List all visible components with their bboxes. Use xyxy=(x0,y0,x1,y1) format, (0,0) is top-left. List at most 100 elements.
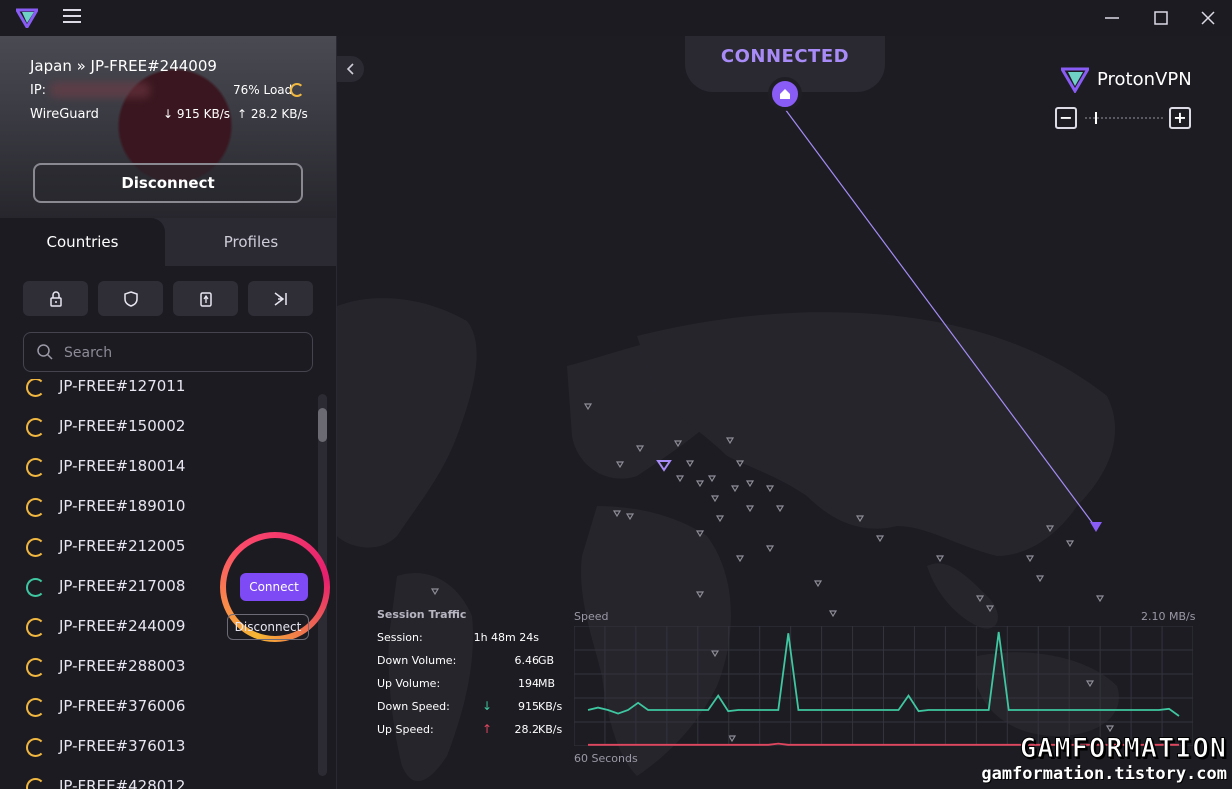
connect-button[interactable]: Connect xyxy=(240,573,308,601)
brand: ProtonVPN xyxy=(1059,67,1201,95)
close-icon[interactable] xyxy=(1198,8,1218,28)
filter-netshield[interactable] xyxy=(98,281,163,316)
search-input[interactable] xyxy=(64,342,304,364)
traffic-row: Down Volume: 6.46 GB xyxy=(377,654,577,677)
upload-speed: ↑ 28.2 KB/s xyxy=(237,107,308,121)
traffic-row: Up Speed: ↑ 28.2 KB/s xyxy=(377,722,577,746)
chevron-left-icon xyxy=(346,63,354,75)
server-name: JP-FREE#150002 xyxy=(59,417,186,435)
server-name: JP-FREE#244009 xyxy=(59,617,186,635)
filter-p2p[interactable] xyxy=(173,281,238,316)
shield-icon xyxy=(123,290,138,307)
sidebar: Japan » JP-FREE#244009 IP: 76% Load Wire… xyxy=(0,36,337,789)
hamburger-menu-icon[interactable] xyxy=(63,9,81,25)
watermark-url: gamformation.tistory.com xyxy=(981,764,1227,784)
home-icon xyxy=(780,89,790,99)
traffic-row: Down Speed: ↓ 915 KB/s xyxy=(377,699,577,723)
world-map[interactable]: CONNECTED ProtonVPN − + Session Traffic … xyxy=(337,36,1232,789)
brand-name: ProtonVPN xyxy=(1097,69,1192,90)
server-name: JP-FREE#428012 xyxy=(59,777,186,789)
server-row[interactable]: JP-FREE#288003 xyxy=(0,647,315,687)
feature-filters xyxy=(0,266,336,326)
speed-chart xyxy=(574,626,1193,746)
server-name: JP-FREE#189010 xyxy=(59,497,186,515)
zoom-slider-handle[interactable] xyxy=(1095,112,1097,124)
maximize-icon[interactable] xyxy=(1151,8,1171,28)
server-load-ring-icon xyxy=(26,379,45,397)
server-row[interactable]: JP-FREE#376006 xyxy=(0,687,315,727)
server-load-ring-icon xyxy=(26,458,45,477)
traffic-label: Down Speed: xyxy=(377,700,450,713)
server-name: JP-FREE#288003 xyxy=(59,657,186,675)
map-zoom-control: − + xyxy=(1055,107,1193,129)
protocol-label: WireGuard xyxy=(30,107,99,122)
split-tunnel-icon xyxy=(274,291,287,306)
server-name: JP-FREE#127011 xyxy=(59,379,186,395)
server-row[interactable]: JP-FREE#150002 xyxy=(0,407,315,447)
server-load-ring-icon xyxy=(26,698,45,717)
scrollbar-thumb[interactable] xyxy=(318,408,327,442)
watermark-title: GAMFORMATION xyxy=(1019,733,1227,765)
traffic-value: 28.2 xyxy=(514,723,540,736)
p2p-icon xyxy=(199,291,212,307)
zoom-in-button[interactable]: + xyxy=(1169,107,1191,129)
traffic-unit: KB/s xyxy=(538,723,563,736)
server-row[interactable]: JP-FREE#127011 xyxy=(0,379,315,407)
arrow-up-icon: ↑ xyxy=(482,722,493,736)
server-row[interactable]: JP-FREE#376013 xyxy=(0,727,315,767)
server-load-ring-icon xyxy=(26,618,45,637)
disconnect-button[interactable]: Disconnect xyxy=(33,163,303,203)
connected-server-title: Japan » JP-FREE#244009 xyxy=(30,57,217,75)
server-row[interactable]: JP-FREE#180014 xyxy=(0,447,315,487)
server-name: JP-FREE#212005 xyxy=(59,537,186,555)
traffic-row: Up Volume: 194 MB xyxy=(377,677,577,700)
ip-address-redacted xyxy=(50,82,150,98)
server-load-ring-icon xyxy=(26,538,45,557)
zoom-out-button[interactable]: − xyxy=(1055,107,1077,129)
traffic-unit: KB/s xyxy=(538,700,563,713)
traffic-label: Up Speed: xyxy=(377,723,434,736)
speed-chart-label: Speed xyxy=(574,610,609,623)
session-traffic-title: Session Traffic xyxy=(377,608,467,621)
connection-card: Japan » JP-FREE#244009 IP: 76% Load Wire… xyxy=(0,36,336,218)
server-name: JP-FREE#180014 xyxy=(59,457,186,475)
traffic-value: 6.46 xyxy=(514,654,540,667)
watermark: GAMFORMATION gamformation.tistory.com xyxy=(927,733,1227,785)
traffic-label: Up Volume: xyxy=(377,677,441,690)
server-name: JP-FREE#217008 xyxy=(59,577,186,595)
arrow-down-icon: ↓ xyxy=(482,699,493,713)
search-icon xyxy=(37,344,53,360)
filter-split-tunnel[interactable] xyxy=(248,281,313,316)
connection-status: CONNECTED xyxy=(720,46,850,67)
traffic-label: Session: xyxy=(377,631,423,644)
traffic-row: Session: 1h 48m 24s xyxy=(377,631,577,654)
server-load: 76% Load xyxy=(233,83,293,97)
server-load-ring-icon xyxy=(26,778,45,789)
traffic-label: Down Volume: xyxy=(377,654,457,667)
traffic-unit: MB xyxy=(538,677,556,690)
traffic-unit: GB xyxy=(538,654,555,667)
title-bar xyxy=(0,0,1232,36)
server-load-ring-icon xyxy=(26,418,45,437)
server-name: JP-FREE#376013 xyxy=(59,737,186,755)
server-load-ring-icon xyxy=(26,578,45,597)
traffic-value: 915 xyxy=(518,700,539,713)
session-traffic-panel: Session Traffic Session: 1h 48m 24s Down V… xyxy=(377,608,577,746)
protonvpn-logo-icon xyxy=(1059,67,1091,94)
tab-profiles[interactable]: Profiles xyxy=(165,218,336,266)
server-row[interactable]: JP-FREE#428012 xyxy=(0,767,315,789)
minimize-icon[interactable] xyxy=(1102,8,1122,28)
filter-secure-core[interactable] xyxy=(23,281,88,316)
traffic-value: 194 xyxy=(518,677,539,690)
server-load-ring-icon xyxy=(26,498,45,517)
server-row[interactable]: JP-FREE#189010 xyxy=(0,487,315,527)
home-location-node[interactable] xyxy=(768,77,802,111)
row-disconnect-button[interactable]: Disconnect xyxy=(227,614,309,640)
search-box xyxy=(23,332,313,372)
protonvpn-logo-icon xyxy=(16,8,38,28)
tab-countries[interactable]: Countries xyxy=(0,218,165,266)
speed-chart-window: 60 Seconds xyxy=(574,752,638,765)
ip-label: IP: xyxy=(30,83,47,98)
collapse-sidebar-button[interactable] xyxy=(337,56,364,82)
speed-chart-grid xyxy=(574,626,1193,746)
